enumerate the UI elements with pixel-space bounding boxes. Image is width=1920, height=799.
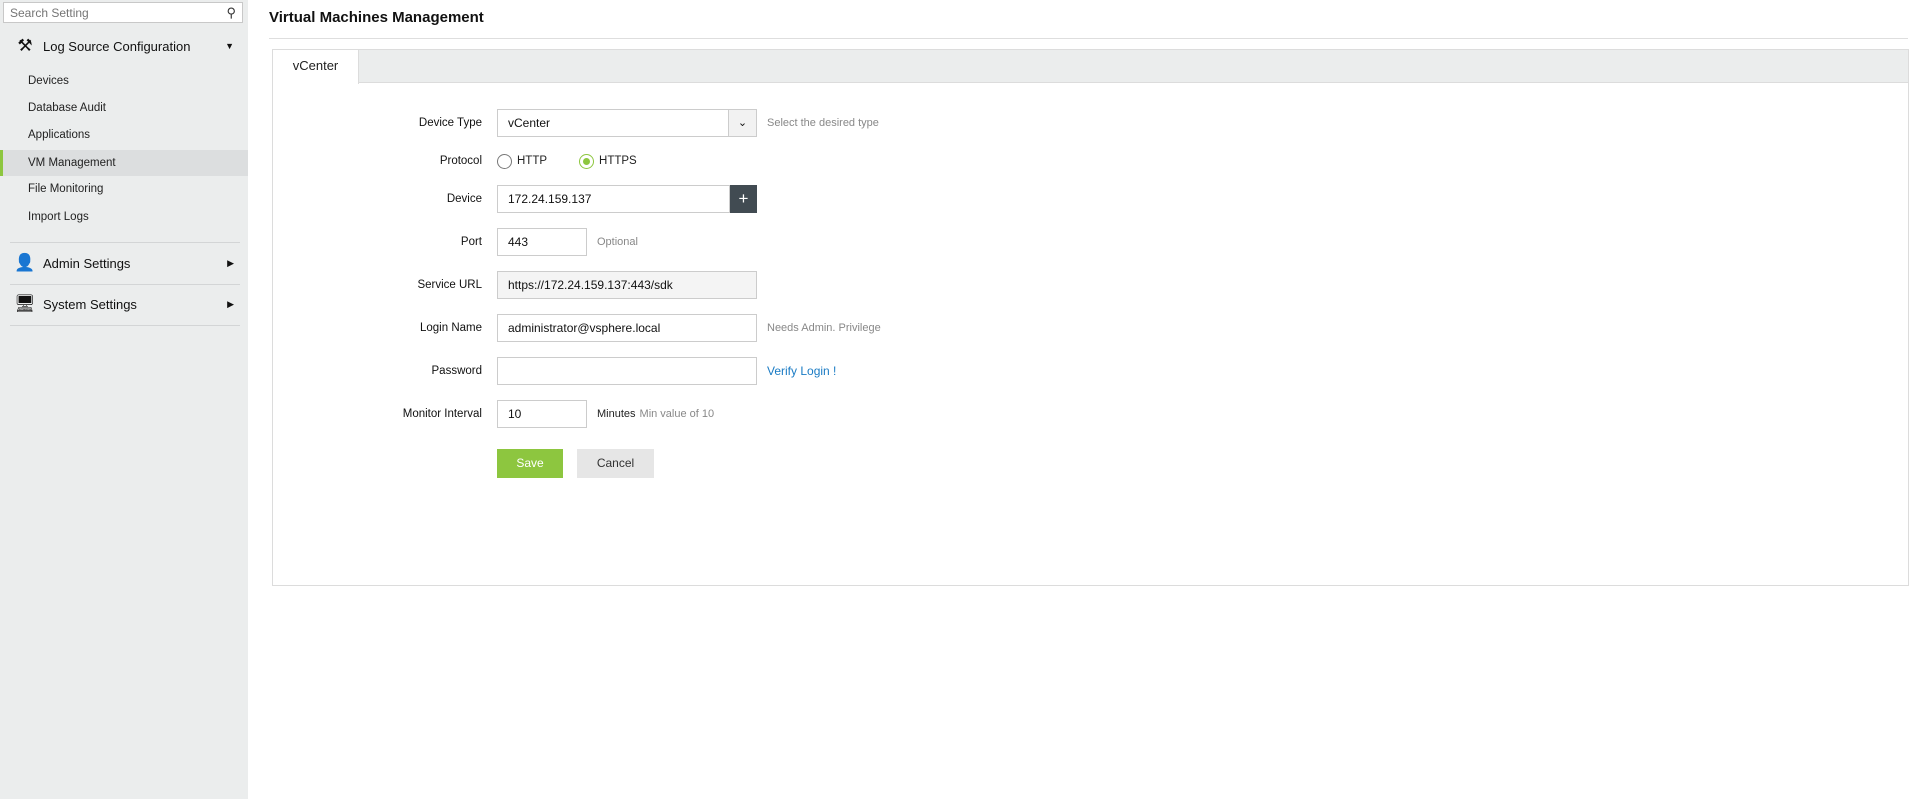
sidebar-item-applications[interactable]: Applications (0, 122, 248, 148)
port-label: Port (460, 236, 482, 248)
section-log-source-configuration[interactable]: ⚒ Log Source Configuration ▼ (0, 32, 248, 60)
sidebar: ⚲ ⚒ Log Source Configuration ▼ Devices D… (0, 0, 248, 799)
page-title: Virtual Machines Management (269, 9, 484, 26)
http-label[interactable]: HTTP (517, 155, 547, 167)
verify-login-link[interactable]: Verify Login ! (767, 364, 836, 378)
caret-right-icon: ▶ (227, 257, 234, 268)
sidebar-item-file-monitoring[interactable]: File Monitoring (0, 176, 248, 202)
sidebar-item-devices[interactable]: Devices (0, 68, 248, 94)
device-type-label: Device Type (418, 117, 482, 129)
password-input[interactable] (497, 357, 757, 385)
section-system-settings[interactable]: 🖥 System Settings ▶ (0, 290, 248, 318)
divider (10, 284, 240, 285)
sidebar-item-import-logs[interactable]: Import Logs (0, 204, 248, 230)
device-type-value: vCenter (508, 116, 551, 130)
login-name-hint: Needs Admin. Privilege (767, 322, 881, 334)
section-label: Admin Settings (43, 255, 131, 271)
section-label: System Settings (43, 296, 137, 312)
tools-icon: ⚒ (17, 36, 33, 55)
divider (10, 242, 240, 243)
service-url-input: https://172.24.159.137:443/sdk (497, 271, 757, 299)
add-device-button[interactable]: + (730, 185, 757, 213)
login-name-input[interactable]: administrator@vsphere.local (497, 314, 757, 342)
save-button[interactable]: Save (497, 448, 563, 478)
device-input[interactable]: 172.24.159.137 (497, 185, 730, 213)
cancel-button[interactable]: Cancel (577, 448, 654, 478)
device-label: Device (446, 193, 482, 205)
divider (269, 38, 1908, 39)
sidebar-item-vm-management[interactable]: VM Management (0, 150, 248, 176)
search-box[interactable]: ⚲ (3, 2, 243, 23)
caret-right-icon: ▶ (227, 298, 234, 309)
device-type-select[interactable]: vCenter ⌄ (497, 109, 757, 137)
search-icon[interactable]: ⚲ (226, 5, 236, 21)
user-gear-icon: 👤 (14, 253, 36, 272)
search-input[interactable] (4, 3, 214, 22)
chevron-down-icon: ⌄ (728, 110, 756, 136)
section-label: Log Source Configuration (43, 38, 191, 54)
service-url-label: Service URL (417, 279, 482, 291)
protocol-label: Protocol (439, 155, 482, 167)
monitor-interval-hint: Min value of 10 (639, 408, 715, 420)
tab-vcenter[interactable]: vCenter (273, 50, 359, 84)
device-type-hint: Select the desired type (767, 117, 879, 129)
port-hint: Optional (597, 236, 638, 248)
vcenter-panel: vCenter Device Type vCenter ⌄ Select the… (272, 49, 1909, 586)
tab-bar: vCenter (273, 50, 1908, 84)
monitor-interval-label: Monitor Interval (402, 408, 482, 420)
section-admin-settings[interactable]: 👤 Admin Settings ▶ (0, 249, 248, 277)
https-radio[interactable] (579, 153, 595, 169)
port-input[interactable]: 443 (497, 228, 587, 256)
divider (10, 325, 240, 326)
sidebar-item-database-audit[interactable]: Database Audit (0, 95, 248, 121)
http-radio[interactable] (497, 153, 512, 169)
https-label[interactable]: HTTPS (599, 155, 637, 167)
monitor-gear-icon: 🖥 (14, 294, 36, 313)
password-label: Password (431, 365, 483, 377)
caret-down-icon: ▼ (225, 41, 234, 51)
monitor-interval-input[interactable]: 10 (497, 400, 587, 428)
minutes-unit: Minutes (597, 408, 636, 420)
login-name-label: Login Name (419, 322, 482, 334)
